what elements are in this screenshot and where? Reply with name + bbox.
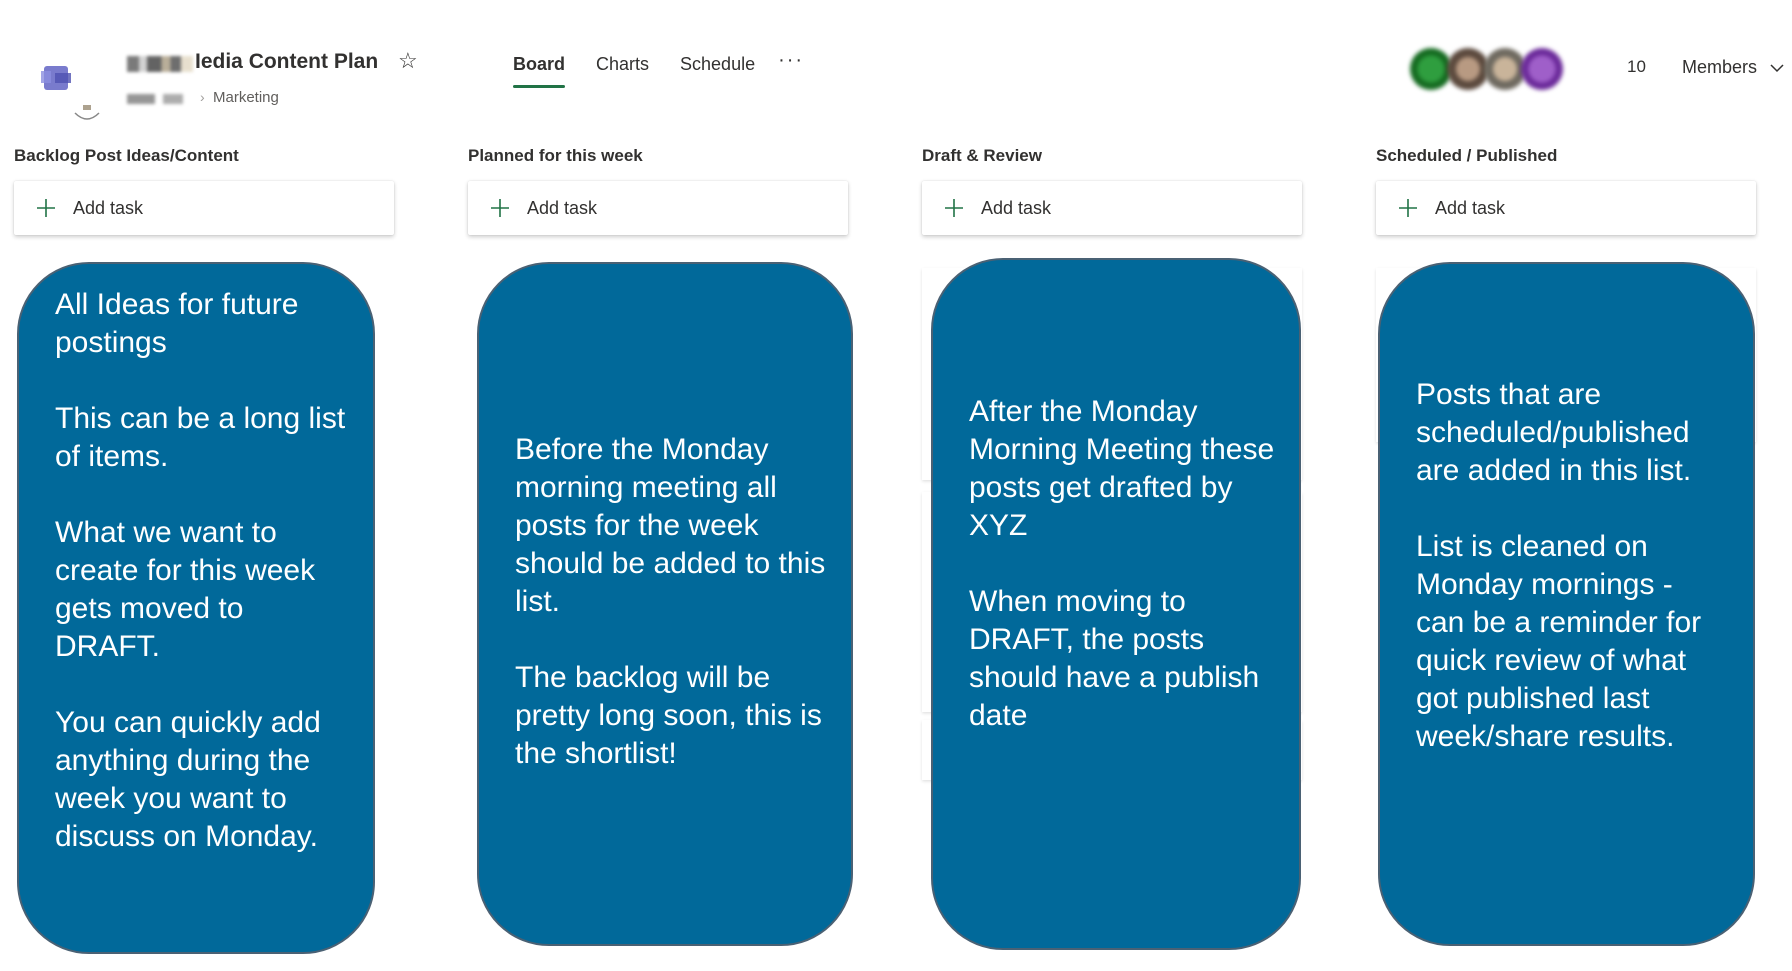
members-label: Members bbox=[1682, 57, 1758, 77]
note-paragraph: What we want to create for this week get… bbox=[55, 516, 316, 663]
add-task-button[interactable]: Add task bbox=[14, 181, 394, 235]
note-paragraph: When moving to DRAFT, the posts should h… bbox=[969, 585, 1260, 732]
add-task-button[interactable]: Add task bbox=[1376, 181, 1756, 235]
plus-icon bbox=[945, 199, 963, 217]
note-paragraph: The backlog will be pretty long soon, th… bbox=[515, 661, 822, 770]
annotation-note-backlog: All Ideas for future postings This can b… bbox=[17, 262, 375, 954]
avatar[interactable] bbox=[1447, 48, 1489, 90]
avatar[interactable] bbox=[1521, 48, 1563, 90]
plan-icon-shadow bbox=[74, 105, 100, 120]
annotation-note-scheduled: Posts that are scheduled/published are a… bbox=[1378, 262, 1755, 946]
plus-icon bbox=[491, 199, 509, 217]
chevron-down-icon bbox=[1770, 63, 1784, 72]
note-paragraph: All Ideas for future postings bbox=[55, 288, 299, 359]
add-task-button[interactable]: Add task bbox=[922, 181, 1302, 235]
note-text: Before the Monday morning meeting all po… bbox=[515, 431, 827, 773]
members-button[interactable]: Members bbox=[1682, 57, 1784, 78]
note-text: After the Monday Morning Meeting these p… bbox=[969, 393, 1275, 735]
note-text: Posts that are scheduled/published are a… bbox=[1416, 376, 1729, 756]
tab-charts[interactable]: Charts bbox=[596, 54, 649, 75]
add-task-label: Add task bbox=[73, 197, 144, 218]
plus-icon bbox=[1399, 199, 1417, 217]
note-paragraph: Posts that are scheduled/published are a… bbox=[1416, 378, 1692, 487]
breadcrumb-separator: › bbox=[200, 89, 205, 105]
bucket-name-planned[interactable]: Planned for this week bbox=[468, 146, 643, 166]
note-paragraph: List is cleaned on Monday mornings - can… bbox=[1416, 530, 1702, 753]
note-paragraph: This can be a long list of items. bbox=[55, 402, 346, 473]
avatar[interactable] bbox=[1410, 48, 1452, 90]
group-name[interactable]: Marketing bbox=[213, 89, 279, 106]
avatar[interactable] bbox=[1484, 48, 1526, 90]
plan-title[interactable]: Iedia Content Plan bbox=[195, 50, 378, 74]
add-task-label: Add task bbox=[1435, 197, 1506, 218]
bucket-name-scheduled[interactable]: Scheduled / Published bbox=[1376, 146, 1557, 166]
tab-board[interactable]: Board bbox=[513, 54, 566, 88]
view-tabs: Board Charts Schedule ··· bbox=[513, 49, 804, 88]
tab-schedule[interactable]: Schedule bbox=[680, 54, 755, 75]
bucket-name-draft[interactable]: Draft & Review bbox=[922, 146, 1042, 166]
annotation-note-draft: After the Monday Morning Meeting these p… bbox=[931, 258, 1301, 950]
planner-plan-icon bbox=[41, 66, 71, 90]
star-outline-icon[interactable]: ☆ bbox=[398, 50, 418, 72]
members-count: 10 bbox=[1627, 57, 1646, 76]
note-paragraph: Before the Monday morning meeting all po… bbox=[515, 433, 826, 618]
annotation-note-planned: Before the Monday morning meeting all po… bbox=[477, 262, 853, 946]
more-options-icon[interactable]: ··· bbox=[778, 49, 804, 72]
note-paragraph: You can quickly add anything during the … bbox=[55, 706, 321, 853]
bucket-name-backlog[interactable]: Backlog Post Ideas/Content bbox=[14, 146, 239, 166]
group-path-redacted bbox=[127, 94, 207, 104]
plan-title-redacted bbox=[127, 56, 193, 72]
note-paragraph: After the Monday Morning Meeting these p… bbox=[969, 395, 1275, 542]
plus-icon bbox=[37, 199, 55, 217]
member-avatars[interactable] bbox=[1410, 48, 1563, 90]
note-text: All Ideas for future postings This can b… bbox=[55, 286, 349, 856]
add-task-label: Add task bbox=[981, 197, 1052, 218]
add-task-label: Add task bbox=[527, 197, 598, 218]
add-task-button[interactable]: Add task bbox=[468, 181, 848, 235]
